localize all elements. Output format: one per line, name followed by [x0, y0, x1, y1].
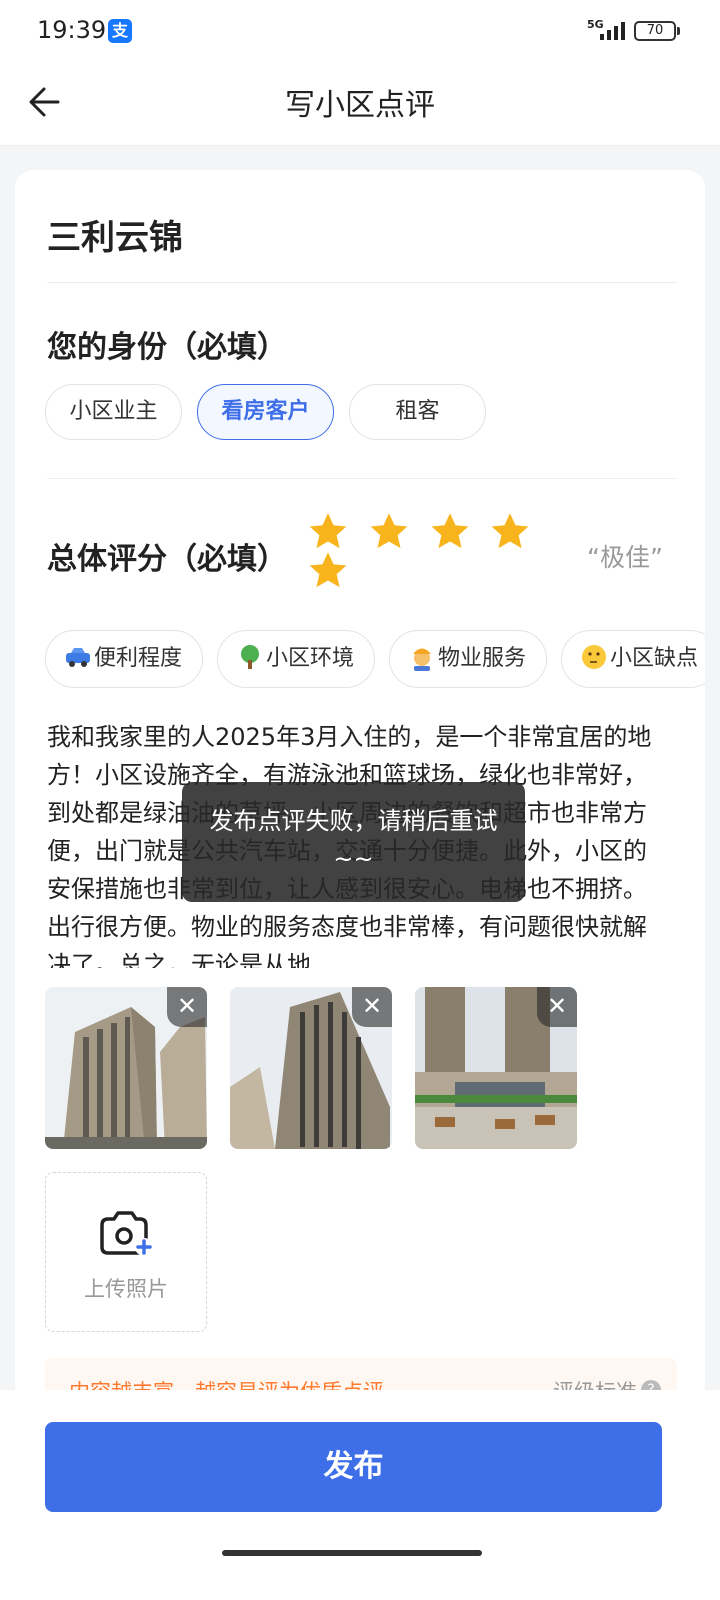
publish-button[interactable]: 发布	[45, 1422, 662, 1512]
star-icon[interactable]	[488, 510, 532, 554]
page-title: 写小区点评	[285, 88, 435, 123]
error-toast: 发布点评失败，请稍后重试~~	[182, 782, 525, 902]
photo-thumbnail[interactable]: ✕	[415, 987, 577, 1149]
tag-label: 物业服务	[438, 646, 527, 671]
delete-photo-button[interactable]: ✕	[537, 987, 577, 1027]
star-icon[interactable]	[428, 510, 472, 554]
tag-label: 小区缺点	[610, 646, 699, 671]
worker-emoji-icon	[413, 648, 431, 671]
thinking-emoji-icon	[582, 645, 606, 669]
tag-label: 便利程度	[94, 646, 183, 671]
identity-option-owner[interactable]: 小区业主	[45, 384, 182, 440]
tag-chip-drawbacks[interactable]: 小区缺点	[561, 630, 705, 688]
battery-tip	[677, 27, 680, 35]
identity-title: 您的身份（必填）	[47, 330, 287, 365]
status-bar: 19:39 支 5G 70	[0, 0, 720, 62]
delete-photo-button[interactable]: ✕	[167, 987, 207, 1027]
camera-plus-icon	[100, 1211, 153, 1256]
bottom-bar: 发布	[0, 1390, 720, 1600]
alipay-icon: 支	[108, 19, 132, 43]
tag-label: 小区环境	[266, 646, 355, 671]
star-icon[interactable]	[306, 510, 350, 554]
status-time: 19:39	[37, 16, 107, 44]
photo-thumbnail[interactable]: ✕	[45, 987, 207, 1149]
battery-icon: 70	[634, 21, 676, 41]
rating-label: “极佳”	[587, 543, 663, 572]
nav-bar: 写小区点评	[0, 62, 720, 146]
star-icon[interactable]	[306, 549, 350, 593]
delete-photo-button[interactable]: ✕	[352, 987, 392, 1027]
identity-option-tenant[interactable]: 租客	[349, 384, 486, 440]
photo-thumbnail[interactable]: ✕	[230, 987, 392, 1149]
upload-photo-button[interactable]: 上传照片	[45, 1172, 207, 1332]
signal-icon	[600, 22, 625, 40]
tree-emoji-icon	[241, 645, 259, 669]
divider	[47, 478, 677, 479]
tag-chip-convenience[interactable]: 便利程度	[45, 630, 203, 688]
divider	[47, 282, 677, 283]
identity-option-visitor[interactable]: 看房客户	[197, 384, 334, 440]
rating-title: 总体评分（必填）	[47, 542, 287, 577]
upload-label: 上传照片	[84, 1277, 168, 1301]
home-indicator[interactable]	[222, 1550, 482, 1556]
tag-chip-environment[interactable]: 小区环境	[217, 630, 375, 688]
star-icon[interactable]	[367, 510, 411, 554]
car-emoji-icon	[66, 648, 90, 667]
tag-chip-property-service[interactable]: 物业服务	[389, 630, 547, 688]
community-name: 三利云锦	[47, 218, 183, 258]
